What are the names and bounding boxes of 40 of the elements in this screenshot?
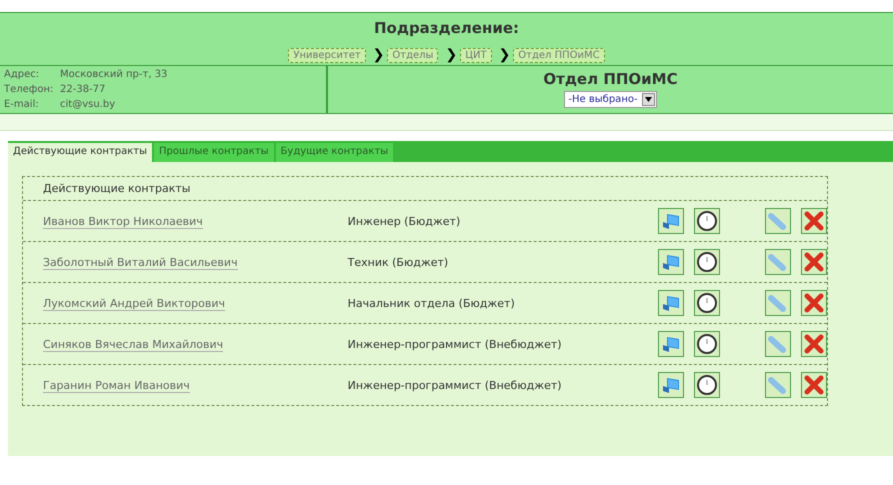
position-cell-text: Инженер-программист (Внебюджет) — [348, 378, 563, 392]
breadcrumb-link[interactable]: Университет — [288, 48, 366, 62]
clock-icon[interactable] — [694, 208, 720, 234]
position-cell-text: Инженер-программист (Внебюджет) — [348, 338, 563, 350]
chevron-icon: ❯ — [372, 47, 384, 63]
table-heading: Действующие контракты — [23, 177, 827, 201]
breadcrumb-link[interactable]: ЦИТ — [460, 48, 492, 62]
employee-link[interactable]: Заболотный Виталий Васильевич — [43, 256, 238, 270]
position-cell-text: Техник (Бюджет) — [348, 256, 450, 268]
tab[interactable]: Будущие контракты — [276, 143, 394, 162]
delete-icon[interactable] — [801, 372, 827, 398]
contact-label: Телефон: — [4, 84, 54, 95]
clock-icon[interactable] — [694, 372, 720, 398]
delete-icon[interactable] — [801, 290, 827, 316]
delete-icon[interactable] — [801, 331, 827, 357]
contact-value: cit@vsu.by — [60, 99, 116, 110]
clock-icon[interactable] — [694, 331, 720, 357]
position-cell-text: Инженер (Бюджет) — [348, 214, 462, 228]
department-title: Отдел ППОиМС — [543, 70, 678, 88]
contact-label: E-mail: — [4, 99, 40, 110]
contact-value: Московский пр-т, 33 — [60, 69, 168, 80]
delete-icon[interactable] — [801, 249, 827, 275]
contact-value: 22-38-77 — [60, 84, 106, 95]
position-cell-text: Начальник отдела (Бюджет) — [348, 296, 516, 310]
contact-label: Адрес: — [4, 69, 40, 80]
section-title: Подразделение: — [374, 19, 520, 37]
tab[interactable]: Действующие контракты — [8, 143, 152, 162]
employee-link[interactable]: Гаранин Роман Иванович — [43, 378, 190, 392]
chevron-icon: ❯ — [445, 47, 458, 63]
employee-link[interactable]: Синяков Вячеслав Михайлович — [43, 338, 224, 352]
clock-icon[interactable] — [694, 249, 720, 275]
tab[interactable]: Прошлые контракты — [154, 143, 274, 162]
employee-link[interactable]: Лукомский Андрей Викторович — [43, 296, 225, 310]
chevron-icon: ❯ — [498, 47, 510, 63]
clock-icon[interactable] — [694, 290, 720, 316]
breadcrumb-link[interactable]: Отделы — [387, 48, 438, 62]
department-select[interactable]: -Не выбрано- — [564, 91, 657, 108]
delete-icon[interactable] — [801, 208, 827, 234]
breadcrumb-link[interactable]: Отдел ППОиМС — [513, 48, 605, 62]
employee-link[interactable]: Иванов Виктор Николаевич — [43, 214, 203, 228]
